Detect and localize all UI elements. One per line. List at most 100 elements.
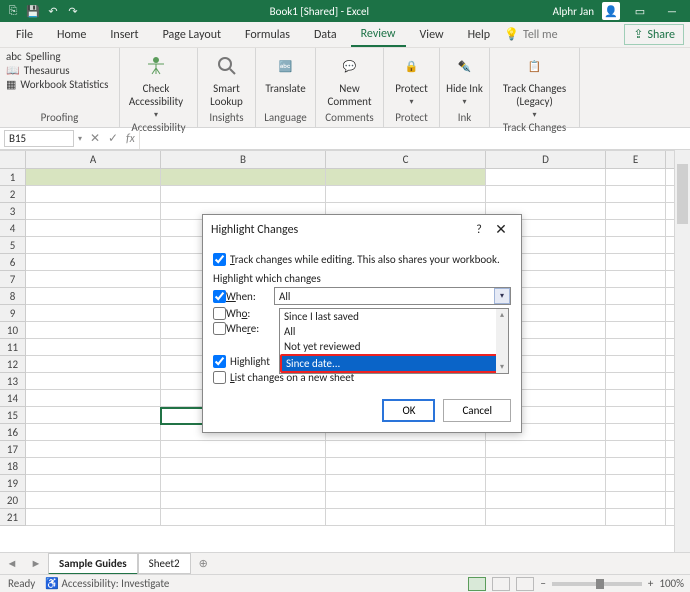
undo-icon[interactable]: ↶	[46, 4, 60, 18]
who-checkbox[interactable]	[213, 307, 226, 320]
cell[interactable]	[606, 186, 666, 203]
tab-help[interactable]: Help	[458, 24, 501, 46]
tab-insert[interactable]: Insert	[100, 24, 148, 46]
cell[interactable]	[606, 288, 666, 305]
row-header[interactable]: 4	[0, 220, 26, 237]
cell[interactable]	[26, 390, 161, 407]
enter-formula-icon[interactable]: ✓	[104, 131, 122, 146]
cell[interactable]	[26, 509, 161, 526]
redo-icon[interactable]: ↷	[66, 4, 80, 18]
cell[interactable]	[606, 390, 666, 407]
row-header[interactable]: 6	[0, 254, 26, 271]
name-box-dropdown-icon[interactable]: ▾	[78, 134, 86, 144]
share-button[interactable]: ⇪ Share	[624, 24, 684, 45]
tab-scroll-left[interactable]: ◄	[0, 557, 24, 570]
cell[interactable]	[326, 475, 486, 492]
cell[interactable]	[606, 203, 666, 220]
spelling-button[interactable]: abcSpelling	[6, 50, 108, 63]
new-sheet-button[interactable]: ⊕	[199, 557, 208, 570]
cell[interactable]	[161, 458, 326, 475]
cell[interactable]	[26, 169, 161, 186]
cell[interactable]	[606, 356, 666, 373]
vertical-scrollbar[interactable]	[674, 150, 690, 552]
cell[interactable]	[161, 509, 326, 526]
tab-file[interactable]: File	[6, 24, 43, 46]
cell[interactable]	[606, 492, 666, 509]
smart-lookup-button[interactable]: Smart Lookup	[204, 50, 249, 108]
tab-scroll-right[interactable]: ►	[24, 557, 48, 570]
col-header-d[interactable]: D	[486, 151, 606, 168]
cell[interactable]	[606, 509, 666, 526]
minimize-icon[interactable]: —	[660, 5, 684, 18]
row-header[interactable]: 8	[0, 288, 26, 305]
cell[interactable]	[26, 339, 161, 356]
row-header[interactable]: 14	[0, 390, 26, 407]
cell[interactable]	[161, 169, 326, 186]
cell[interactable]	[26, 271, 161, 288]
cell[interactable]	[161, 441, 326, 458]
option-since-date[interactable]: Since date...	[280, 354, 508, 373]
row-header[interactable]: 12	[0, 356, 26, 373]
tab-data[interactable]: Data	[304, 24, 347, 46]
col-header-a[interactable]: A	[26, 151, 161, 168]
sheet-tab-sheet2[interactable]: Sheet2	[138, 553, 191, 574]
user-avatar-icon[interactable]: 👤	[602, 2, 620, 20]
tab-formulas[interactable]: Formulas	[235, 24, 300, 46]
where-checkbox[interactable]	[213, 322, 226, 335]
zoom-slider[interactable]	[552, 582, 642, 586]
option-since-last-saved[interactable]: Since I last saved	[280, 309, 508, 324]
cell[interactable]	[606, 441, 666, 458]
cell[interactable]	[486, 186, 606, 203]
cell[interactable]	[161, 475, 326, 492]
ribbon-options-icon[interactable]: ▭	[628, 5, 652, 18]
cell[interactable]	[26, 492, 161, 509]
cell[interactable]	[26, 356, 161, 373]
thesaurus-button[interactable]: 📖Thesaurus	[6, 64, 108, 77]
cell[interactable]	[326, 441, 486, 458]
row-header[interactable]: 9	[0, 305, 26, 322]
when-dropdown-list[interactable]: Since I last saved All Not yet reviewed …	[279, 308, 509, 374]
cancel-button[interactable]: Cancel	[443, 399, 511, 422]
cell[interactable]	[161, 186, 326, 203]
tell-me-input[interactable]: Tell me	[523, 28, 558, 42]
cell[interactable]	[606, 237, 666, 254]
cell[interactable]	[26, 237, 161, 254]
cell[interactable]	[606, 458, 666, 475]
row-header[interactable]: 2	[0, 186, 26, 203]
row-header[interactable]: 11	[0, 339, 26, 356]
row-header[interactable]: 10	[0, 322, 26, 339]
save-icon[interactable]: 💾	[26, 4, 40, 18]
autosave-icon[interactable]: ⎘	[6, 4, 20, 18]
check-accessibility-button[interactable]: Check Accessibility▾	[126, 50, 186, 120]
page-break-view-button[interactable]	[516, 577, 534, 591]
col-header-c[interactable]: C	[326, 151, 486, 168]
row-header[interactable]: 7	[0, 271, 26, 288]
row-header[interactable]: 16	[0, 424, 26, 441]
hide-ink-button[interactable]: ✒️ Hide Ink▾	[446, 50, 483, 107]
cell[interactable]	[486, 441, 606, 458]
fx-icon[interactable]: fx	[122, 132, 139, 146]
workbook-stats-button[interactable]: ▦Workbook Statistics	[6, 78, 108, 91]
option-not-yet-reviewed[interactable]: Not yet reviewed	[280, 339, 508, 354]
cell[interactable]	[486, 509, 606, 526]
cell[interactable]	[606, 373, 666, 390]
row-header[interactable]: 17	[0, 441, 26, 458]
cell[interactable]	[26, 424, 161, 441]
col-header-b[interactable]: B	[161, 151, 326, 168]
row-header[interactable]: 20	[0, 492, 26, 509]
cell[interactable]	[26, 203, 161, 220]
ok-button[interactable]: OK	[382, 399, 435, 422]
cell[interactable]	[326, 509, 486, 526]
cell[interactable]	[326, 458, 486, 475]
normal-view-button[interactable]	[468, 577, 486, 591]
when-checkbox[interactable]	[213, 290, 226, 303]
cell[interactable]	[26, 186, 161, 203]
row-header[interactable]: 13	[0, 373, 26, 390]
cell[interactable]	[26, 322, 161, 339]
cell[interactable]	[606, 339, 666, 356]
tab-view[interactable]: View	[410, 24, 454, 46]
cell[interactable]	[26, 305, 161, 322]
cell[interactable]	[606, 169, 666, 186]
cell[interactable]	[26, 254, 161, 271]
track-changes-button[interactable]: 📋 Track Changes (Legacy)▾	[496, 50, 573, 120]
